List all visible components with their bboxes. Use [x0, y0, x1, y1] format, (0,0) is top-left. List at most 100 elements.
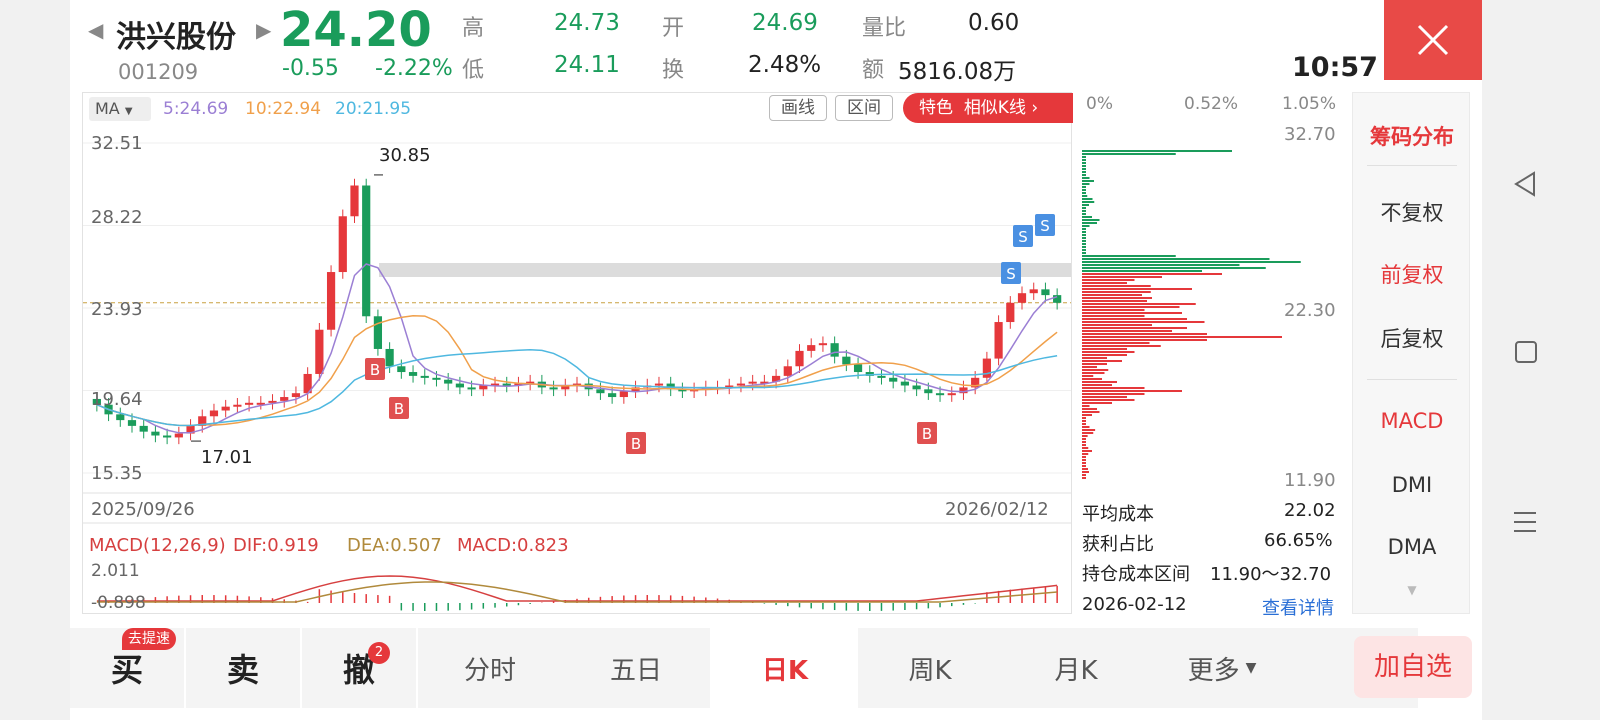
- chip-bar: [1082, 471, 1089, 473]
- chip-bar: [1082, 201, 1095, 203]
- candle-body: [549, 387, 558, 390]
- similar-kline-button[interactable]: 特色 相似K线 ›: [903, 93, 1073, 123]
- chip-bar: [1082, 321, 1205, 323]
- candle-body: [947, 393, 956, 396]
- chip-bar: [1082, 243, 1086, 245]
- chip-bar: [1082, 285, 1151, 287]
- candle-body: [163, 435, 172, 438]
- chip-bar: [1082, 366, 1097, 368]
- quote-header: ◀ 洪兴股份 ▶ 001209 24.20 -0.55 -2.22% 高 24.…: [70, 0, 1482, 90]
- prev-stock-arrow-icon[interactable]: ◀: [88, 18, 103, 42]
- scroll-down-icon[interactable]: ▼: [1353, 583, 1471, 597]
- sell-button[interactable]: 卖: [186, 628, 300, 708]
- tab-monthly-k[interactable]: 月K: [1006, 628, 1146, 708]
- home-square-icon[interactable]: [1514, 340, 1538, 366]
- chip-bar: [1082, 276, 1162, 278]
- amount-label: 额: [862, 58, 885, 83]
- dif-line: [96, 575, 1058, 602]
- chip-bar: [1082, 426, 1090, 428]
- macd-bottom: -0.898: [91, 593, 146, 613]
- profit-value: 66.65%: [1264, 530, 1333, 551]
- high-label: 高: [462, 16, 485, 41]
- chip-bar: [1082, 225, 1090, 227]
- ma5-line: [96, 263, 1058, 434]
- feature-tag: 特色: [919, 98, 953, 118]
- buy-marker-text: B: [922, 425, 932, 443]
- candle-body: [1017, 293, 1027, 303]
- low-value: 24.11: [554, 52, 620, 78]
- chip-bar: [1082, 354, 1127, 356]
- candle-body: [900, 381, 910, 386]
- y-tick-2: 28.22: [91, 207, 143, 228]
- chip-pct-0: 0%: [1086, 94, 1113, 114]
- candle-body: [608, 393, 617, 398]
- chip-bar: [1082, 405, 1090, 407]
- kline-chart-panel[interactable]: MA ▼ 5:24.69 10:22.94 20:21.95 画线 区间 特色 …: [82, 92, 1073, 614]
- chevron-right-icon: ›: [1031, 98, 1039, 118]
- side-chip-distribution[interactable]: 筹码分布: [1353, 121, 1471, 151]
- ma-selector[interactable]: MA ▼: [89, 97, 151, 121]
- y-tick-1: 32.51: [91, 133, 143, 154]
- candle-body: [994, 322, 1003, 359]
- side-dmi[interactable]: DMI: [1353, 473, 1471, 497]
- cancel-order-button[interactable]: 撤: [302, 628, 416, 708]
- candle-body: [397, 366, 406, 373]
- candle-body: [221, 406, 230, 411]
- chip-bar: [1082, 393, 1145, 395]
- tab-more-label: 更多: [1187, 655, 1240, 686]
- chip-bar: [1082, 417, 1086, 419]
- chip-bar: [1082, 165, 1086, 167]
- chip-bar: [1082, 234, 1086, 236]
- chip-bar: [1082, 438, 1086, 440]
- macd-value: MACD:0.823: [457, 535, 569, 556]
- chip-bar: [1082, 180, 1094, 182]
- high-value: 24.73: [554, 10, 620, 36]
- close-button[interactable]: [1384, 0, 1482, 80]
- tab-weekly-k[interactable]: 周K: [860, 628, 1000, 708]
- candle-body: [736, 383, 746, 386]
- close-icon: [1417, 24, 1449, 56]
- tab-daily-k[interactable]: 日K: [712, 628, 858, 708]
- avg-cost-value: 22.02: [1284, 500, 1336, 521]
- chip-bar: [1082, 432, 1094, 434]
- chip-bar: [1082, 255, 1176, 257]
- interval-button[interactable]: 区间: [835, 95, 893, 121]
- chip-bar: [1082, 171, 1086, 173]
- candle-body: [444, 379, 453, 384]
- tab-more[interactable]: 更多 ▼: [1152, 628, 1292, 708]
- back-triangle-icon[interactable]: [1512, 170, 1538, 198]
- chip-bar: [1082, 162, 1086, 164]
- tab-five-day[interactable]: 五日: [566, 628, 706, 708]
- side-backward-adjust[interactable]: 后复权: [1353, 323, 1471, 353]
- candle-body: [244, 402, 254, 405]
- chip-bar: [1082, 348, 1127, 350]
- side-no-adjust[interactable]: 不复权: [1353, 197, 1471, 227]
- chip-bar: [1082, 273, 1222, 275]
- chip-bar: [1082, 477, 1086, 479]
- amount-value: 5816.08万: [898, 59, 1017, 85]
- candle-body: [209, 410, 219, 417]
- side-macd[interactable]: MACD: [1353, 409, 1471, 433]
- chip-bar: [1082, 444, 1086, 446]
- chip-bar: [1082, 450, 1092, 452]
- divider: [1367, 379, 1457, 380]
- menu-lines-icon[interactable]: [1512, 508, 1538, 536]
- chip-bar: [1082, 339, 1207, 341]
- chip-price-mid: 22.30: [1284, 300, 1336, 321]
- chip-bar: [1082, 150, 1232, 152]
- side-forward-adjust[interactable]: 前复权: [1353, 259, 1471, 289]
- buy-marker-text: B: [631, 435, 641, 453]
- next-stock-arrow-icon[interactable]: ▶: [256, 18, 271, 42]
- ma10-line: [96, 314, 1058, 427]
- view-detail-link[interactable]: 查看详情: [1262, 594, 1334, 620]
- buy-speed-badge[interactable]: 去提速: [122, 628, 176, 650]
- draw-line-button[interactable]: 画线: [769, 95, 827, 121]
- avg-cost-label: 平均成本: [1082, 504, 1154, 525]
- add-watchlist-button[interactable]: 加自选: [1354, 636, 1472, 698]
- tab-intraday[interactable]: 分时: [420, 628, 560, 708]
- chip-bar: [1082, 441, 1086, 443]
- side-dma[interactable]: DMA: [1353, 535, 1471, 559]
- chip-bar: [1082, 465, 1086, 467]
- chip-bar: [1082, 453, 1089, 455]
- candle-body: [842, 356, 851, 365]
